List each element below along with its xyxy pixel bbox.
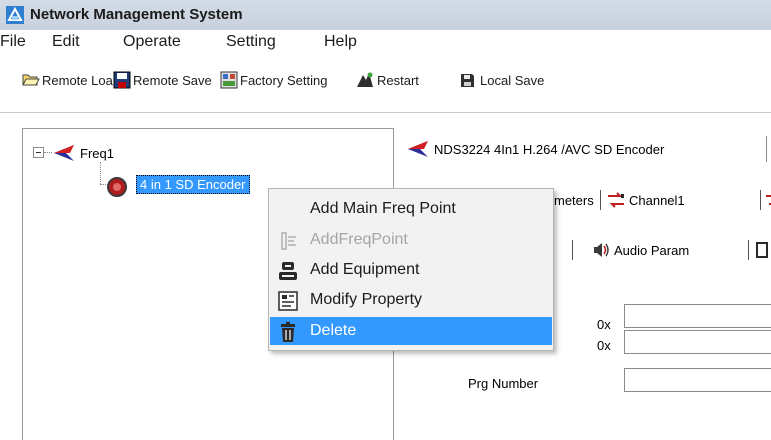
network-app-icon <box>6 6 24 24</box>
menu-item-add-freq-point[interactable]: AddFreqPoint <box>270 226 552 254</box>
add-equipment-icon <box>279 262 297 280</box>
hex-prefix-label: 0x <box>597 317 611 332</box>
header-divider <box>766 136 767 162</box>
remote-save-label: Remote Save <box>133 72 212 88</box>
factory-setting-icon <box>220 71 238 89</box>
menu-item-delete[interactable]: Delete <box>270 317 552 345</box>
hex-value-input-2[interactable] <box>624 330 771 354</box>
local-save-icon <box>461 74 474 87</box>
folder-open-icon <box>22 74 40 86</box>
menu-item-label: Add Equipment <box>310 261 420 278</box>
next-subtab-icon[interactable] <box>756 242 768 258</box>
menu-item-label: AddFreqPoint <box>310 231 408 248</box>
encoder-device-icon <box>107 177 127 197</box>
tree-collapse-toggle[interactable] <box>33 147 44 158</box>
trash-icon <box>281 322 295 342</box>
menu-item-add-main-freq-point[interactable]: Add Main Freq Point <box>270 195 552 223</box>
freq-point-icon <box>408 141 428 157</box>
tree-connector <box>100 162 101 184</box>
device-panel-header: NDS3224 4In1 H.264 /AVC SD Encoder <box>406 138 664 160</box>
tree-connector <box>44 152 52 153</box>
tab-channel1-label: Channel1 <box>629 192 685 208</box>
subtab-divider <box>748 240 749 260</box>
menu-item-add-equipment[interactable]: Add Equipment <box>270 256 552 284</box>
context-menu: Add Main Freq Point AddFreqPoint Add Equ… <box>268 188 554 351</box>
speaker-icon <box>594 243 609 257</box>
local-save-button[interactable]: Local Save <box>458 70 544 90</box>
prg-number-label: Prg Number <box>468 376 539 391</box>
local-save-label: Local Save <box>480 72 545 88</box>
menu-bar: File Edit Operate Setting Help <box>0 30 771 56</box>
hex-value-input-1[interactable] <box>624 304 771 328</box>
menu-edit[interactable]: Edit <box>52 33 80 51</box>
restart-button[interactable]: Restart <box>355 70 419 90</box>
tab-parameters-label: meters <box>554 192 594 208</box>
toolbar-divider <box>0 112 771 113</box>
menu-operate[interactable]: Operate <box>123 33 181 51</box>
tab-parameters[interactable]: meters <box>554 188 594 212</box>
freq-point-icon <box>54 145 74 161</box>
remote-load-button[interactable]: Remote Load <box>22 70 120 90</box>
tab-divider <box>600 190 601 210</box>
toolbar: Remote Load Remote Save Factory Setting … <box>0 56 771 102</box>
tree-root-item[interactable]: Freq1 <box>80 146 114 161</box>
menu-item-modify-property[interactable]: Modify Property <box>270 286 552 314</box>
prg-number-input[interactable] <box>624 368 771 392</box>
remote-save-button[interactable]: Remote Save <box>113 70 212 90</box>
menu-item-label: Add Main Freq Point <box>310 200 456 217</box>
subtab-divider <box>572 240 573 260</box>
factory-setting-button[interactable]: Factory Setting <box>220 70 327 90</box>
remote-load-label: Remote Load <box>42 72 121 88</box>
channel-icon[interactable] <box>765 192 771 208</box>
menu-setting[interactable]: Setting <box>226 33 276 51</box>
hex-prefix-label: 0x <box>597 338 611 353</box>
channel-icon <box>608 192 624 208</box>
menu-file[interactable]: File <box>0 33 26 51</box>
tab-audio-param-label: Audio Param <box>614 242 690 258</box>
menu-item-label: Modify Property <box>310 291 423 308</box>
tab-audio-param[interactable]: Audio Param <box>592 240 689 260</box>
device-panel-title: NDS3224 4In1 H.264 /AVC SD Encoder <box>434 141 665 157</box>
menu-item-label: Delete <box>310 322 357 339</box>
factory-setting-label: Factory Setting <box>240 72 328 88</box>
window-title: Network Management System <box>30 6 243 23</box>
tree-node-encoder[interactable]: 4 in 1 SD Encoder <box>136 175 250 194</box>
add-freq-point-icon <box>281 232 296 250</box>
floppy-disk-icon <box>113 71 131 89</box>
restart-icon <box>357 72 373 87</box>
title-bar: Network Management System <box>0 0 771 30</box>
restart-label: Restart <box>377 72 419 88</box>
menu-help[interactable]: Help <box>324 33 357 51</box>
tab-divider <box>760 190 761 210</box>
tab-channel1[interactable]: Channel1 <box>606 188 685 212</box>
modify-property-icon <box>278 291 298 311</box>
